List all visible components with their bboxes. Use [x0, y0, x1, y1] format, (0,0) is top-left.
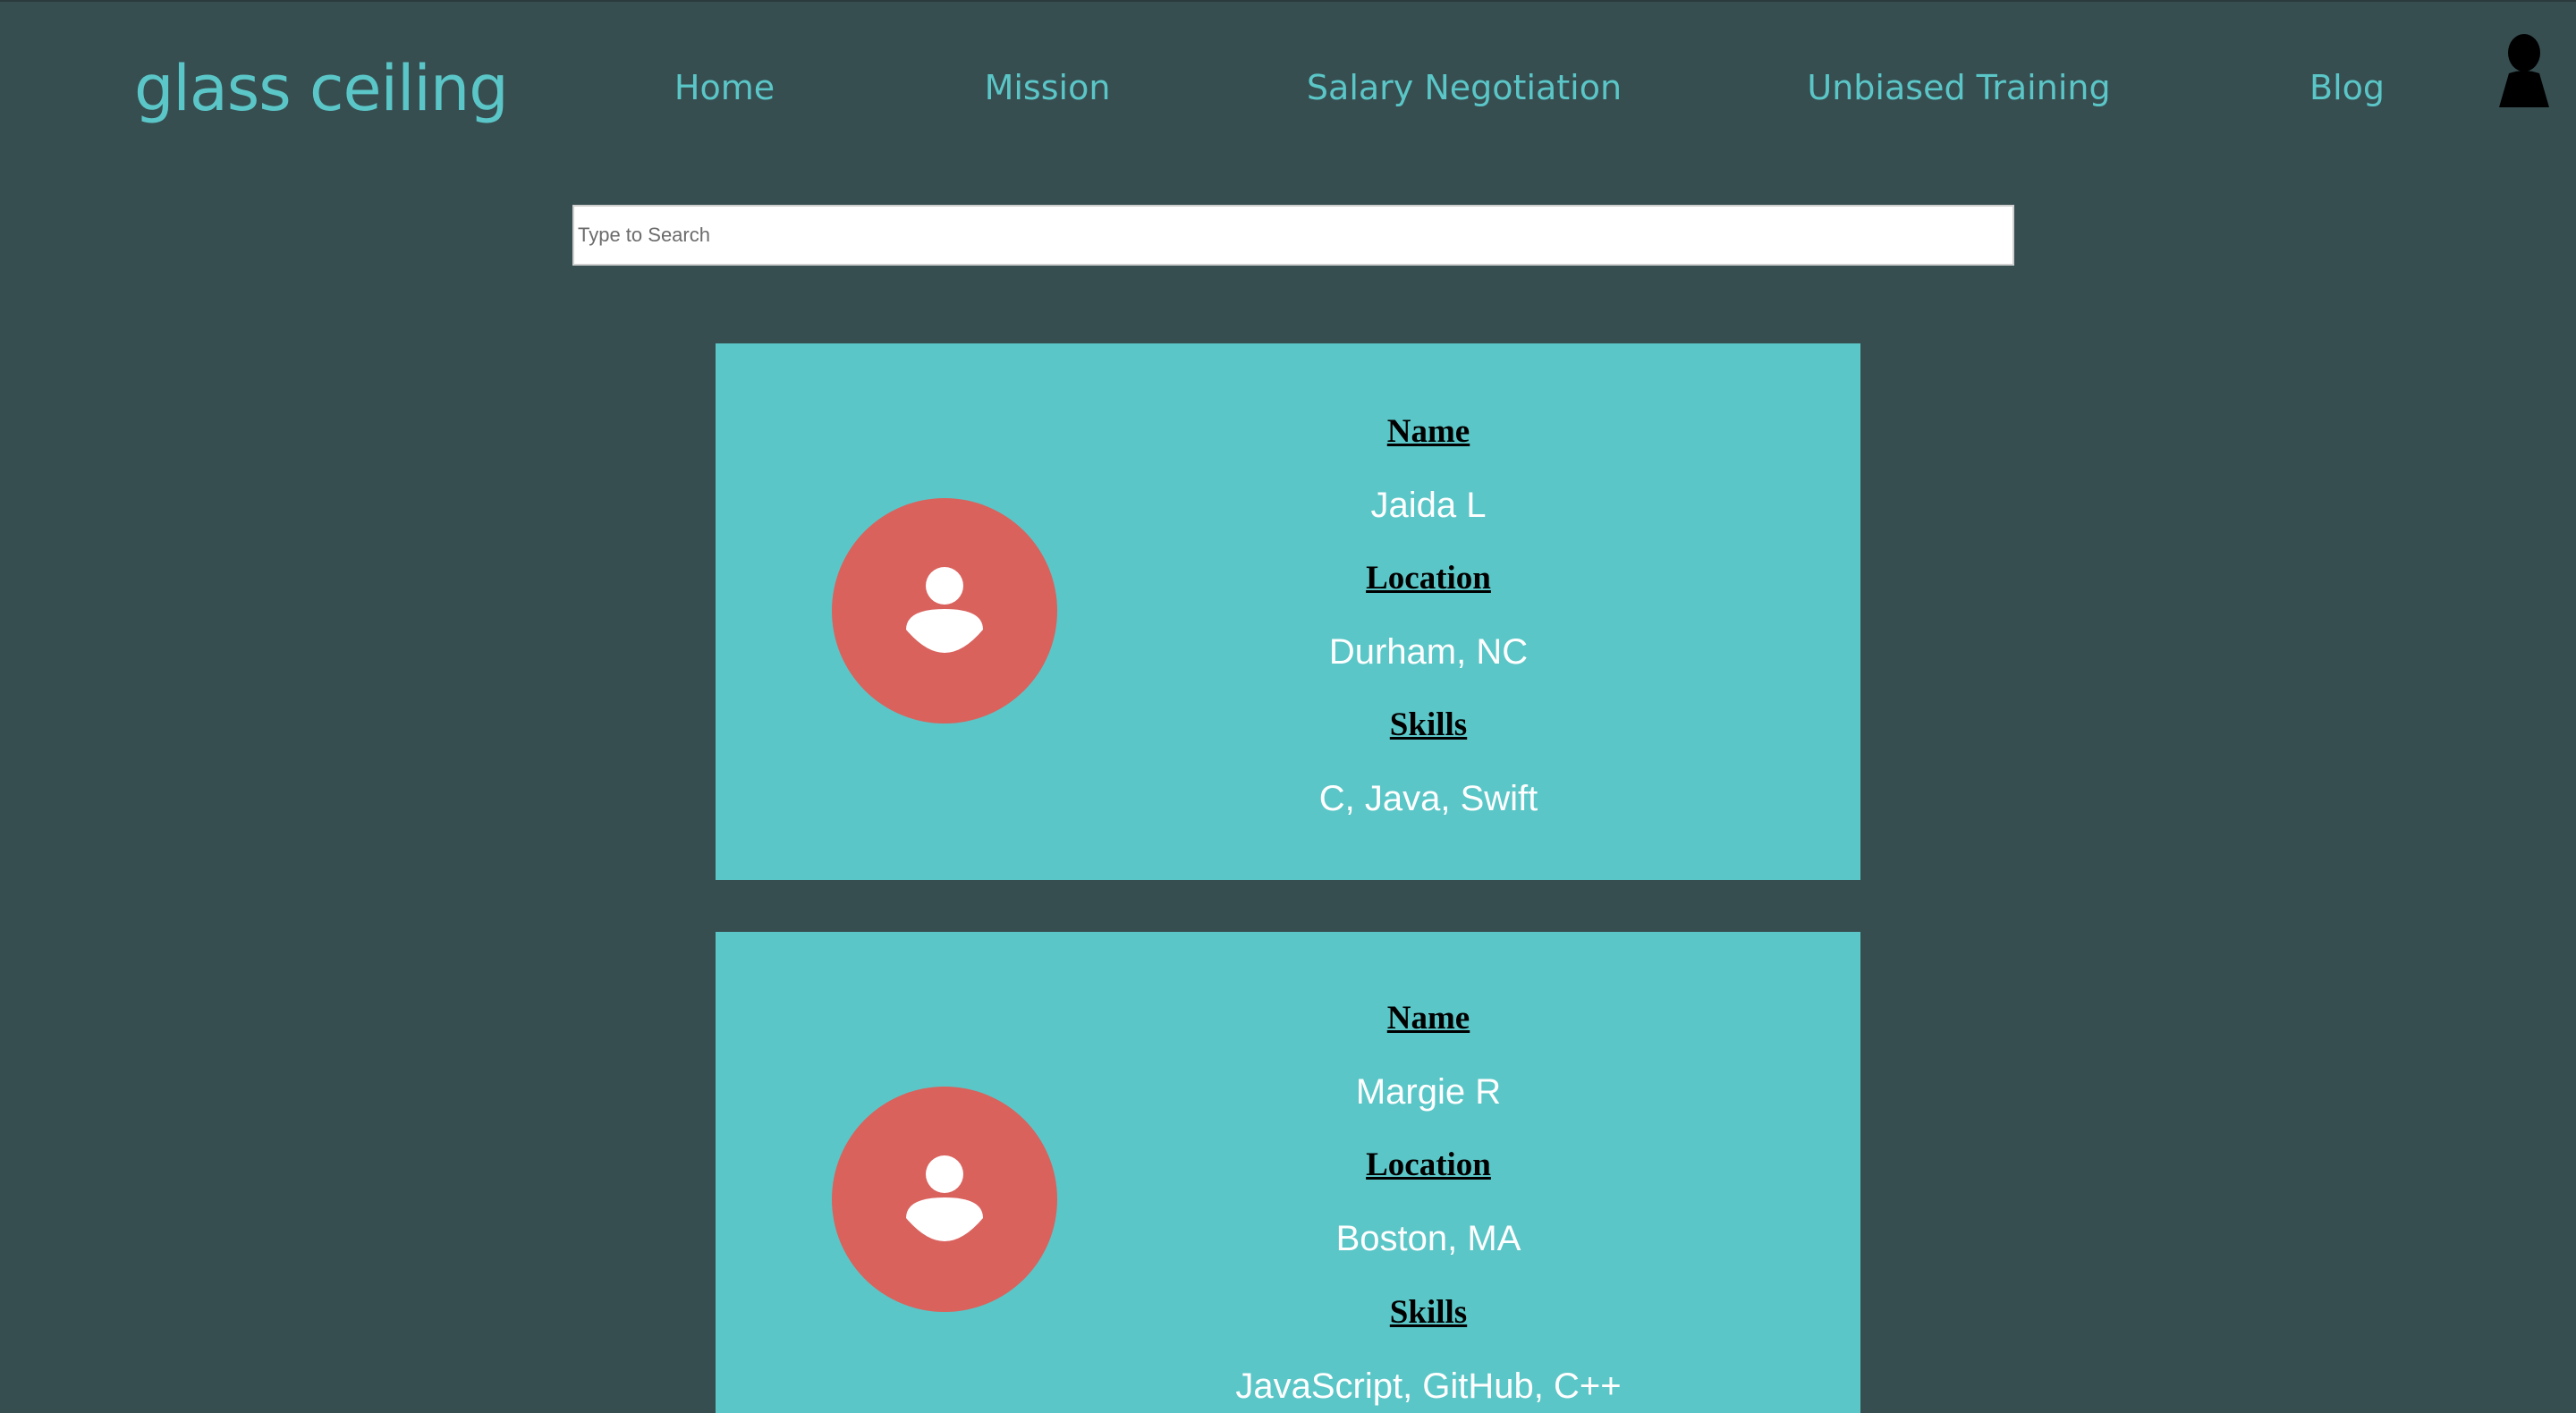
profile-skills: C, Java, Swift	[1318, 779, 1538, 818]
profile-card[interactable]: Name Jaida L Location Durham, NC Skills …	[716, 343, 1860, 880]
profile-avatar	[832, 1087, 1057, 1312]
name-label: Name	[1386, 1000, 1470, 1036]
profile-location: Boston, MA	[1335, 1219, 1521, 1258]
location-label: Location	[1366, 1146, 1491, 1183]
skills-label: Skills	[1389, 706, 1468, 743]
nav-unbiased-training-link[interactable]: Unbiased Training	[1807, 68, 2110, 107]
profile-skills: JavaScript, GitHub, C++	[1235, 1366, 1622, 1406]
profile-avatar	[832, 498, 1057, 723]
nav-mission-link[interactable]: Mission	[985, 68, 1111, 107]
nav-home-link[interactable]: Home	[674, 68, 775, 107]
top-border	[0, 0, 2576, 2]
profile-card[interactable]: Name Margie R Location Boston, MA Skills…	[716, 932, 1860, 1413]
location-label: Location	[1366, 560, 1491, 597]
skills-label: Skills	[1389, 1294, 1468, 1331]
profile-location: Durham, NC	[1328, 632, 1529, 672]
profile-name: Jaida L	[1370, 486, 1487, 525]
nav-blog-link[interactable]: Blog	[2309, 68, 2385, 107]
profile-name: Margie R	[1355, 1072, 1502, 1112]
nav-salary-negotiation-link[interactable]: Salary Negotiation	[1307, 68, 1622, 107]
name-label: Name	[1386, 413, 1470, 450]
search-input[interactable]	[572, 205, 2014, 266]
site-logo[interactable]: glass ceiling	[134, 52, 509, 125]
user-account-icon[interactable]	[2499, 34, 2549, 107]
person-icon	[906, 1155, 983, 1241]
person-icon	[906, 567, 983, 653]
